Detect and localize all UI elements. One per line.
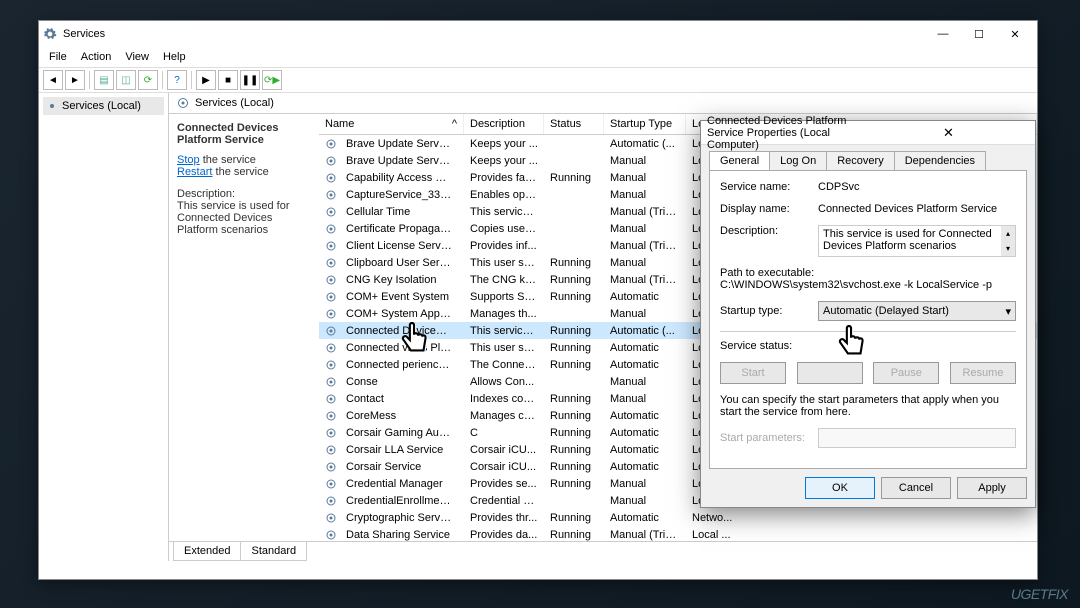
minimize-button[interactable]: — <box>925 23 961 45</box>
value-service-name: CDPSvc <box>818 181 1016 193</box>
menubar: File Action View Help <box>39 47 1037 67</box>
stop-link[interactable]: Stop <box>177 154 200 166</box>
tab-recovery[interactable]: Recovery <box>826 151 894 170</box>
tab-extended[interactable]: Extended <box>173 542 241 561</box>
tool-forward[interactable]: ► <box>65 70 85 90</box>
separator <box>89 71 90 89</box>
menu-help[interactable]: Help <box>157 49 192 65</box>
bottom-tabs: Extended Standard <box>169 541 1037 561</box>
tree-services-local[interactable]: Services (Local) <box>43 97 164 115</box>
tab-general[interactable]: General <box>709 151 770 170</box>
center-header: Services (Local) <box>169 93 1037 114</box>
tool-grid[interactable]: ▤ <box>94 70 114 90</box>
maximize-button[interactable]: ☐ <box>961 23 997 45</box>
tool-props[interactable]: ◫ <box>116 70 136 90</box>
close-button[interactable]: ✕ <box>868 125 1029 141</box>
resume-button[interactable]: Resume <box>950 362 1016 384</box>
scroll-up-icon[interactable]: ▴ <box>1001 226 1015 241</box>
tool-refresh[interactable]: ⟳ <box>138 70 158 90</box>
label-path: Path to executable: <box>720 267 1016 279</box>
apply-button[interactable]: Apply <box>957 477 1027 499</box>
note-text: You can specify the start parameters tha… <box>720 394 1016 418</box>
label-display-name: Display name: <box>720 203 818 215</box>
stop-button[interactable] <box>797 362 863 384</box>
gear-icon <box>43 27 57 41</box>
left-tree: Services (Local) <box>39 93 169 561</box>
tab-logon[interactable]: Log On <box>769 151 827 170</box>
dialog-titlebar[interactable]: Connected Devices Platform Service Prope… <box>701 121 1035 145</box>
gear-icon <box>46 100 58 112</box>
tab-dependencies[interactable]: Dependencies <box>894 151 986 170</box>
chevron-down-icon: ▾ <box>1005 305 1011 318</box>
value-description: This service is used for Connected Devic… <box>818 225 1016 257</box>
col-name[interactable]: Name^ <box>319 114 464 134</box>
cancel-button[interactable]: Cancel <box>881 477 951 499</box>
menu-file[interactable]: File <box>43 49 73 65</box>
toolbar: ◄ ► ▤ ◫ ⟳ ? ▶ ■ ❚❚ ⟳▶ <box>39 67 1037 93</box>
label-startup-type: Startup type: <box>720 305 818 317</box>
desc-text: This service is used for Connected Devic… <box>177 200 311 236</box>
label-service-status: Service status: <box>720 340 818 352</box>
service-details-pane: Connected Devices Platform Service Stop … <box>169 114 319 541</box>
separator <box>162 71 163 89</box>
startup-type-select[interactable]: Automatic (Delayed Start) ▾ <box>818 301 1016 321</box>
menu-view[interactable]: View <box>119 49 155 65</box>
watermark: UGETFIX <box>1011 586 1068 602</box>
pause-button[interactable]: Pause <box>873 362 939 384</box>
tool-start[interactable]: ▶ <box>196 70 216 90</box>
start-params-input <box>818 428 1016 448</box>
menu-action[interactable]: Action <box>75 49 118 65</box>
gear-icon <box>177 97 189 109</box>
ok-button[interactable]: OK <box>805 477 875 499</box>
tab-standard[interactable]: Standard <box>240 542 307 561</box>
value-display-name: Connected Devices Platform Service <box>818 203 1016 215</box>
tool-stop[interactable]: ■ <box>218 70 238 90</box>
separator <box>191 71 192 89</box>
window-title: Services <box>63 28 925 40</box>
tool-pause[interactable]: ❚❚ <box>240 70 260 90</box>
col-status[interactable]: Status <box>544 114 604 134</box>
label-description: Description: <box>720 225 818 237</box>
col-description[interactable]: Description <box>464 114 544 134</box>
tool-back[interactable]: ◄ <box>43 70 63 90</box>
dialog-title: Connected Devices Platform Service Prope… <box>707 115 868 151</box>
selected-service-name: Connected Devices Platform Service <box>177 122 311 146</box>
col-startup[interactable]: Startup Type <box>604 114 686 134</box>
start-button[interactable]: Start <box>720 362 786 384</box>
titlebar[interactable]: Services — ☐ ✕ <box>39 21 1037 47</box>
table-row[interactable]: Data Sharing ServiceProvides da...Runnin… <box>319 526 1037 541</box>
label-service-name: Service name: <box>720 181 818 193</box>
label-start-params: Start parameters: <box>720 432 818 444</box>
restart-link[interactable]: Restart <box>177 166 212 178</box>
desc-label: Description: <box>177 188 311 200</box>
tool-restart[interactable]: ⟳▶ <box>262 70 282 90</box>
table-row[interactable]: Cryptographic ServicesProvides thr...Run… <box>319 509 1037 526</box>
value-path: C:\WINDOWS\system32\svchost.exe -k Local… <box>720 279 1016 291</box>
close-button[interactable]: ✕ <box>997 23 1033 45</box>
tool-help[interactable]: ? <box>167 70 187 90</box>
properties-dialog: Connected Devices Platform Service Prope… <box>700 120 1036 508</box>
scroll-down-icon[interactable]: ▾ <box>1001 241 1015 256</box>
